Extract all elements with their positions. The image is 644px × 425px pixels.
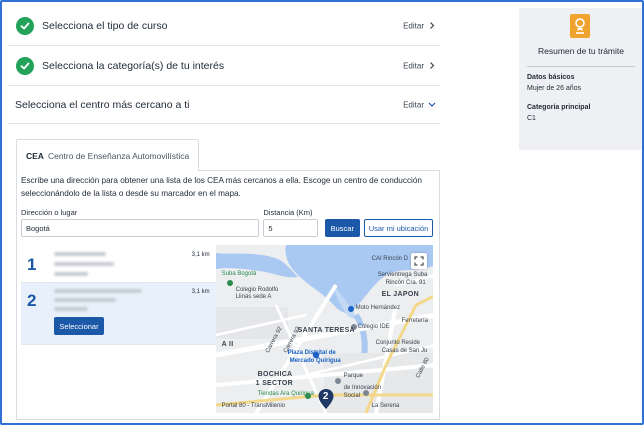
map-label: Rincón Cra. 91 [385, 280, 426, 286]
map-label: La Serena [371, 403, 400, 409]
blurred-name [54, 252, 106, 256]
map-label: A II [221, 341, 234, 348]
result-number: 1 [27, 255, 37, 274]
summary-card: Resumen de tu trámite Datos básicos Muje… [519, 8, 643, 150]
step-title: Selecciona el tipo de curso [42, 19, 168, 32]
results-list: 1 3,1 km 2 3,1 km Seleccionar [21, 245, 216, 413]
basic-data-value: Mujer de 26 años [527, 85, 582, 92]
map-label: Casas de San Ju [381, 348, 428, 354]
map-label: 1 SECTOR [255, 380, 293, 387]
map-label: Llinás sede A [235, 294, 272, 300]
basic-data-label: Datos básicos [527, 74, 575, 81]
map-label: Moto Hernández [355, 305, 400, 311]
summary-title: Resumen de tu trámite [538, 46, 624, 56]
map-label: Ferretería [401, 318, 428, 324]
distance-group: Distancia (Km) 5 [263, 208, 318, 237]
map-label: BOCHICA [257, 371, 293, 378]
main-category-value: C1 [527, 115, 536, 122]
step-center: Selecciona el centro más cercano a ti Ed… [8, 86, 440, 124]
address-label: Dirección o lugar [21, 208, 78, 217]
map-label: Social [343, 393, 360, 399]
map-label: Mercado Quirigua [289, 358, 341, 364]
tab-label: Centro de Enseñanza Automovilística [47, 150, 190, 161]
step-title: Selecciona el centro más cercano a ti [15, 98, 190, 111]
results-area: 1 3,1 km 2 3,1 km Seleccionar CAI Rincón… [21, 245, 433, 413]
edit-label: Editar [403, 61, 424, 70]
use-location-button[interactable]: Usar mi ubicación [364, 219, 433, 237]
map-label: Plaza Distrital de [287, 350, 336, 356]
wizard-steps: Selecciona el tipo de curso Editar Selec… [8, 6, 440, 420]
blurred-phone [54, 307, 88, 311]
address-group: Dirección o lugar Bogotá [21, 208, 260, 237]
tab-cea[interactable]: CEA Centro de Enseñanza Automovilística [16, 139, 200, 171]
map-marker-2[interactable]: 2 [317, 388, 335, 410]
map-label: Servientrega Suba [377, 272, 428, 278]
cea-selector: CEA Centro de Enseñanza Automovilística … [16, 138, 440, 420]
edit-course-type-button[interactable]: Editar [403, 21, 436, 30]
cea-panel: Escribe una dirección para obtener una l… [16, 170, 440, 420]
distance-input[interactable]: 5 [263, 219, 318, 237]
distance-label: Distancia (Km) [263, 208, 313, 217]
check-circle-icon [16, 16, 34, 35]
map-label: Colegio IDE [357, 324, 390, 330]
fullscreen-button[interactable] [411, 253, 427, 269]
document-badge-icon [570, 14, 590, 38]
result-distance: 3,1 km [191, 289, 210, 295]
step-category: Selecciona la categoría(s) de tu interés… [8, 46, 440, 86]
search-button[interactable]: Buscar [324, 219, 361, 237]
blurred-address [54, 262, 114, 266]
map-label: Suba Bogotá [221, 271, 257, 277]
result-number: 2 [27, 291, 37, 310]
tab-abbr: CEA [26, 150, 44, 161]
search-description: Escribe una dirección para obtener una l… [21, 176, 422, 198]
blurred-name [54, 289, 142, 293]
map-label: CAI Rincón D [371, 256, 408, 262]
main-category-label: Categoría principal [527, 104, 591, 111]
map-label: Tiendas Ara Quirigua [257, 391, 314, 397]
map-label: de Innovación [343, 385, 382, 391]
chevron-down-icon [428, 102, 436, 107]
edit-label: Editar [403, 21, 424, 30]
list-item[interactable]: 1 3,1 km [21, 245, 216, 283]
step-course-type: Selecciona el tipo de curso Editar [8, 6, 440, 46]
result-distance: 3,1 km [191, 252, 210, 258]
check-circle-icon [16, 56, 34, 75]
blurred-phone [54, 272, 88, 276]
chevron-right-icon [430, 62, 435, 69]
marker-number: 2 [322, 391, 329, 402]
edit-label: Editar [403, 100, 424, 109]
map-label: EL JAPON [381, 291, 419, 298]
map-view[interactable]: CAI Rincón D Servientrega Suba Rincón Cr… [215, 245, 433, 413]
map-label: Portal 80 - TransMilenio [221, 403, 286, 409]
step-title: Selecciona la categoría(s) de tu interés [42, 59, 225, 72]
blurred-address [54, 298, 116, 302]
edit-center-button[interactable]: Editar [403, 100, 436, 109]
select-button[interactable]: Seleccionar [54, 317, 104, 335]
map-label: SANTA TERESA [297, 327, 355, 334]
fullscreen-icon [414, 256, 424, 266]
map-label: Conjunto Reside [375, 340, 421, 346]
chevron-right-icon [430, 22, 435, 29]
search-form: Dirección o lugar Bogotá Distancia (Km) … [21, 208, 433, 237]
map-label: Colegio Rodolfo [235, 287, 279, 293]
list-item[interactable]: 2 3,1 km Seleccionar [21, 283, 216, 345]
edit-category-button[interactable]: Editar [403, 61, 436, 70]
address-input[interactable]: Bogotá [21, 219, 260, 237]
summary-divider [527, 66, 635, 67]
map-label: Parque [343, 373, 363, 379]
